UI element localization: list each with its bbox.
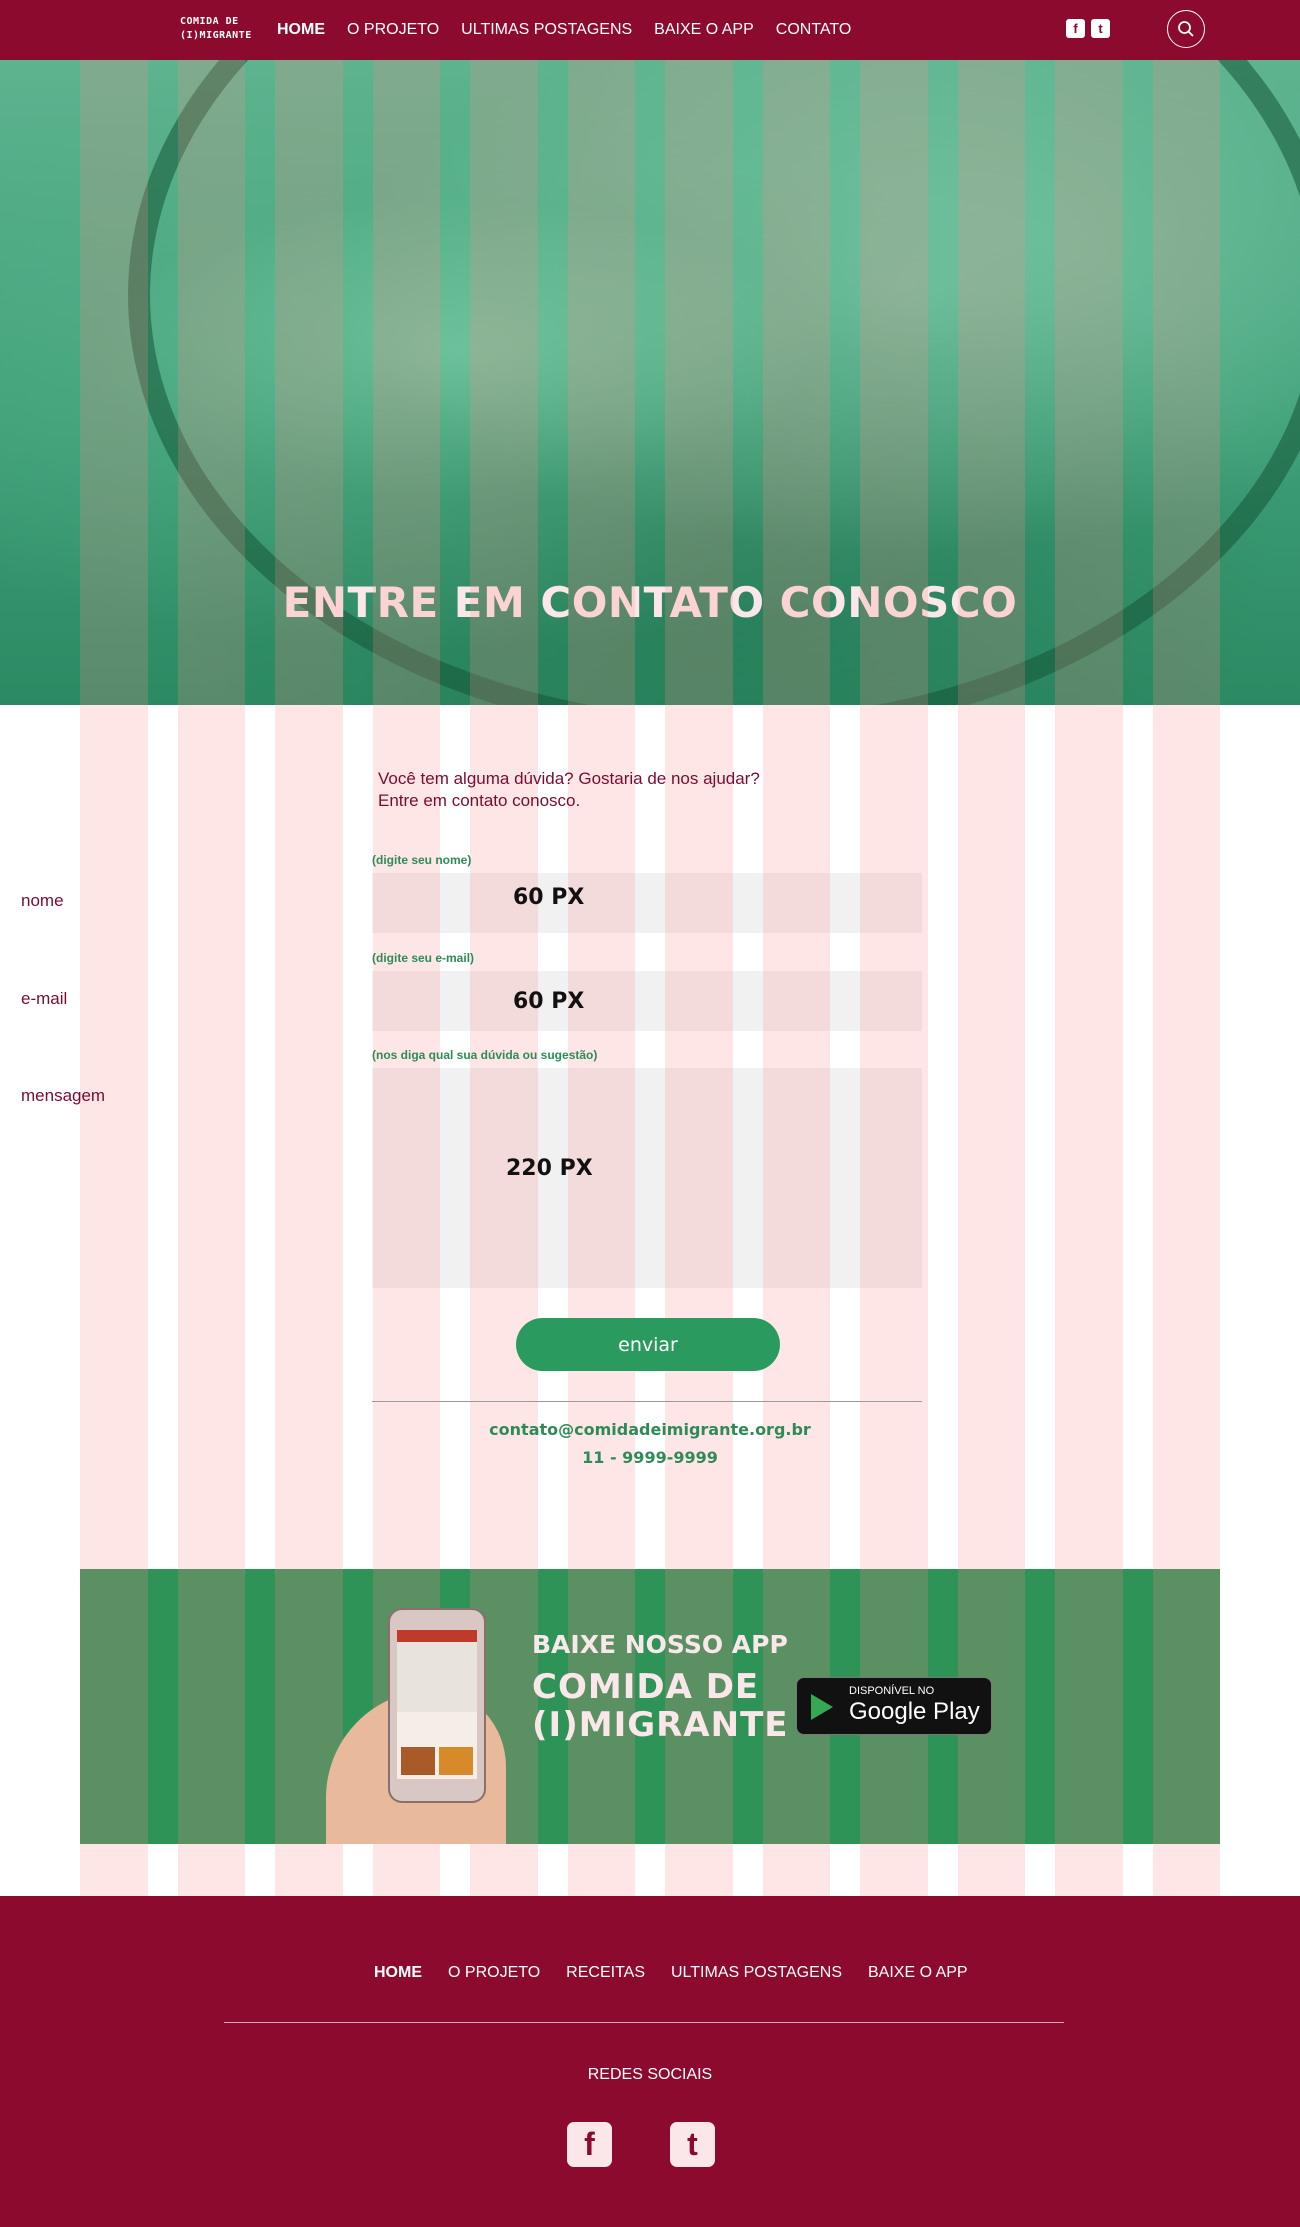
contact-divider bbox=[372, 1401, 922, 1402]
contact-intro: Você tem alguma dúvida? Gostaria de nos … bbox=[378, 769, 760, 810]
name-field-height-note: 60 PX bbox=[513, 885, 585, 910]
footer-nav-baixe-o-app[interactable]: BAIXE O APP bbox=[868, 1964, 968, 1982]
message-field-height-note: 220 PX bbox=[506, 1156, 593, 1181]
footer-social: f t bbox=[567, 2122, 715, 2167]
name-hint: (digite seu nome) bbox=[372, 853, 472, 867]
social-heading: REDES SOCIAIS bbox=[587, 2066, 713, 2083]
search-icon bbox=[1178, 21, 1194, 37]
contact-phone: 11 - 9999-9999 bbox=[582, 1448, 718, 1467]
email-hint: (digite seu e-mail) bbox=[372, 951, 475, 965]
message-hint: (nos diga qual sua dúvida ou sugestão) bbox=[372, 1048, 598, 1062]
google-play-icon bbox=[811, 1694, 833, 1720]
footer-nav-o-projeto[interactable]: O PROJETO bbox=[448, 1964, 540, 1982]
nav-ultimas-postagens[interactable]: ULTIMAS POSTAGENS bbox=[461, 21, 632, 39]
footer-nav-ultimas-postagens[interactable]: ULTIMAS POSTAGENS bbox=[671, 1964, 842, 1982]
footer-nav-receitas[interactable]: RECEITAS bbox=[566, 1964, 645, 1982]
header-social: f t bbox=[1066, 19, 1110, 38]
facebook-icon[interactable]: f bbox=[567, 2122, 612, 2167]
google-play-badge[interactable]: DISPONÍVEL NO Google Play bbox=[796, 1677, 992, 1735]
nav-baixe-o-app[interactable]: BAIXE O APP bbox=[654, 21, 754, 39]
search-button[interactable] bbox=[1167, 10, 1205, 48]
top-navbar: COMIDA DE (I)MIGRANTE HOME O PROJETO ULT… bbox=[0, 0, 1300, 60]
facebook-icon[interactable]: f bbox=[1066, 19, 1085, 38]
message-placeholder: mensagem bbox=[21, 1086, 106, 1105]
send-button[interactable]: enviar bbox=[516, 1318, 780, 1371]
app-logo: COMIDA DE (I)MIGRANTE bbox=[532, 1667, 789, 1745]
nav-contato[interactable]: CONTATO bbox=[776, 21, 852, 39]
contact-email[interactable]: contato@comidadeimigrante.org.br bbox=[0, 1420, 1300, 1439]
main-nav: HOME O PROJETO ULTIMAS POSTAGENS BAIXE O… bbox=[277, 0, 873, 60]
name-placeholder: nome bbox=[21, 891, 64, 910]
message-field[interactable] bbox=[372, 1068, 922, 1288]
page-title: ENTRE EM CONTATO CONOSCO bbox=[282, 578, 1018, 627]
phone-mockup bbox=[388, 1608, 486, 1803]
nav-home[interactable]: HOME bbox=[277, 21, 325, 39]
footer-divider bbox=[224, 2022, 1064, 2023]
email-placeholder: e-mail bbox=[21, 989, 68, 1008]
name-field[interactable] bbox=[372, 873, 922, 933]
site-footer: HOME O PROJETO RECEITAS ULTIMAS POSTAGEN… bbox=[0, 1896, 1300, 2227]
footer-nav-home[interactable]: HOME bbox=[374, 1964, 422, 1982]
nav-o-projeto[interactable]: O PROJETO bbox=[347, 21, 439, 39]
footer-nav: HOME O PROJETO RECEITAS ULTIMAS POSTAGEN… bbox=[374, 1964, 994, 1982]
app-banner-heading: BAIXE NOSSO APP bbox=[532, 1630, 788, 1659]
site-logo[interactable]: COMIDA DE (I)MIGRANTE bbox=[180, 15, 251, 47]
email-field-height-note: 60 PX bbox=[513, 989, 585, 1014]
twitter-icon[interactable]: t bbox=[670, 2122, 715, 2167]
twitter-icon[interactable]: t bbox=[1091, 19, 1110, 38]
email-field[interactable] bbox=[372, 971, 922, 1031]
phone-screen bbox=[397, 1630, 477, 1779]
hero-banner: ENTRE EM CONTATO CONOSCO bbox=[0, 60, 1300, 705]
